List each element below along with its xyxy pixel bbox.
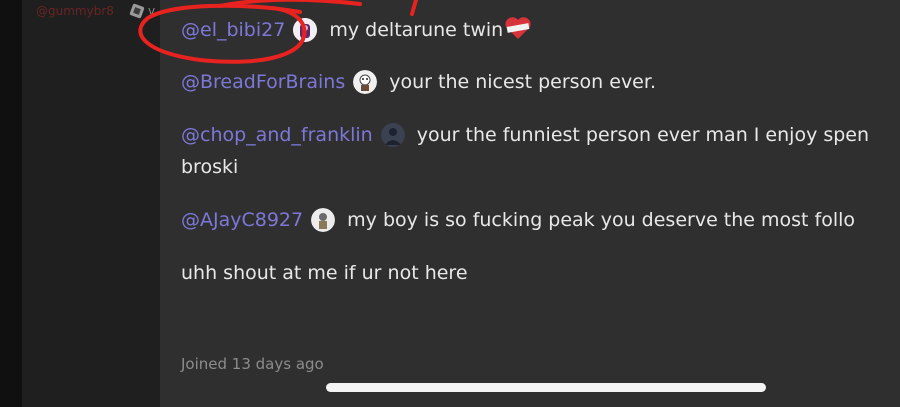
bio-line-3: @chop_and_franklin your the funniest per… <box>181 122 869 148</box>
sidebar-extra: v <box>148 4 156 18</box>
bio-text: your the funniest person ever man I enjo… <box>410 124 870 146</box>
left-gutter <box>0 0 22 407</box>
bio-text: uhh shout at me if ur not here <box>181 262 468 284</box>
bio-line-4: @AJayC8927 my boy is so fucking peak you… <box>181 207 855 233</box>
profile-screen: @gummybr8 v @el_bibi27 my deltarune twin… <box>0 0 900 407</box>
mention-link[interactable]: @el_bibi27 <box>181 19 285 41</box>
mention-link[interactable]: @chop_and_franklin <box>181 124 373 146</box>
purple-character-avatar-icon <box>293 18 318 42</box>
sidebar-column: @gummybr8 v <box>22 0 160 407</box>
gray-character-avatar-icon <box>311 208 336 232</box>
bio-text: broski <box>181 156 239 178</box>
bandaged-heart-icon <box>505 17 531 39</box>
bio-text: your the nicest person ever. <box>383 71 656 93</box>
mention-link[interactable]: @AJayC8927 <box>181 209 303 231</box>
bio-text: my deltarune twin <box>323 19 504 41</box>
bio-line-3-continuation: broski <box>181 154 238 180</box>
bio-text: my boy is so fucking peak you deserve th… <box>341 209 856 231</box>
home-indicator[interactable] <box>326 383 766 392</box>
dark-figure-avatar-icon <box>380 123 405 147</box>
bio-panel: @el_bibi27 my deltarune twin @BreadForBr… <box>160 0 900 407</box>
joined-date: Joined 13 days ago <box>181 355 324 373</box>
sidebar-username[interactable]: @gummybr8 <box>36 4 114 18</box>
bio-line-1: @el_bibi27 my deltarune twin <box>181 15 533 43</box>
mention-link[interactable]: @BreadForBrains <box>181 71 345 93</box>
white-character-avatar-icon <box>353 70 378 94</box>
bio-line-2: @BreadForBrains your the nicest person e… <box>181 69 656 95</box>
badge-icon <box>129 3 145 19</box>
bio-line-5: uhh shout at me if ur not here <box>181 260 468 286</box>
